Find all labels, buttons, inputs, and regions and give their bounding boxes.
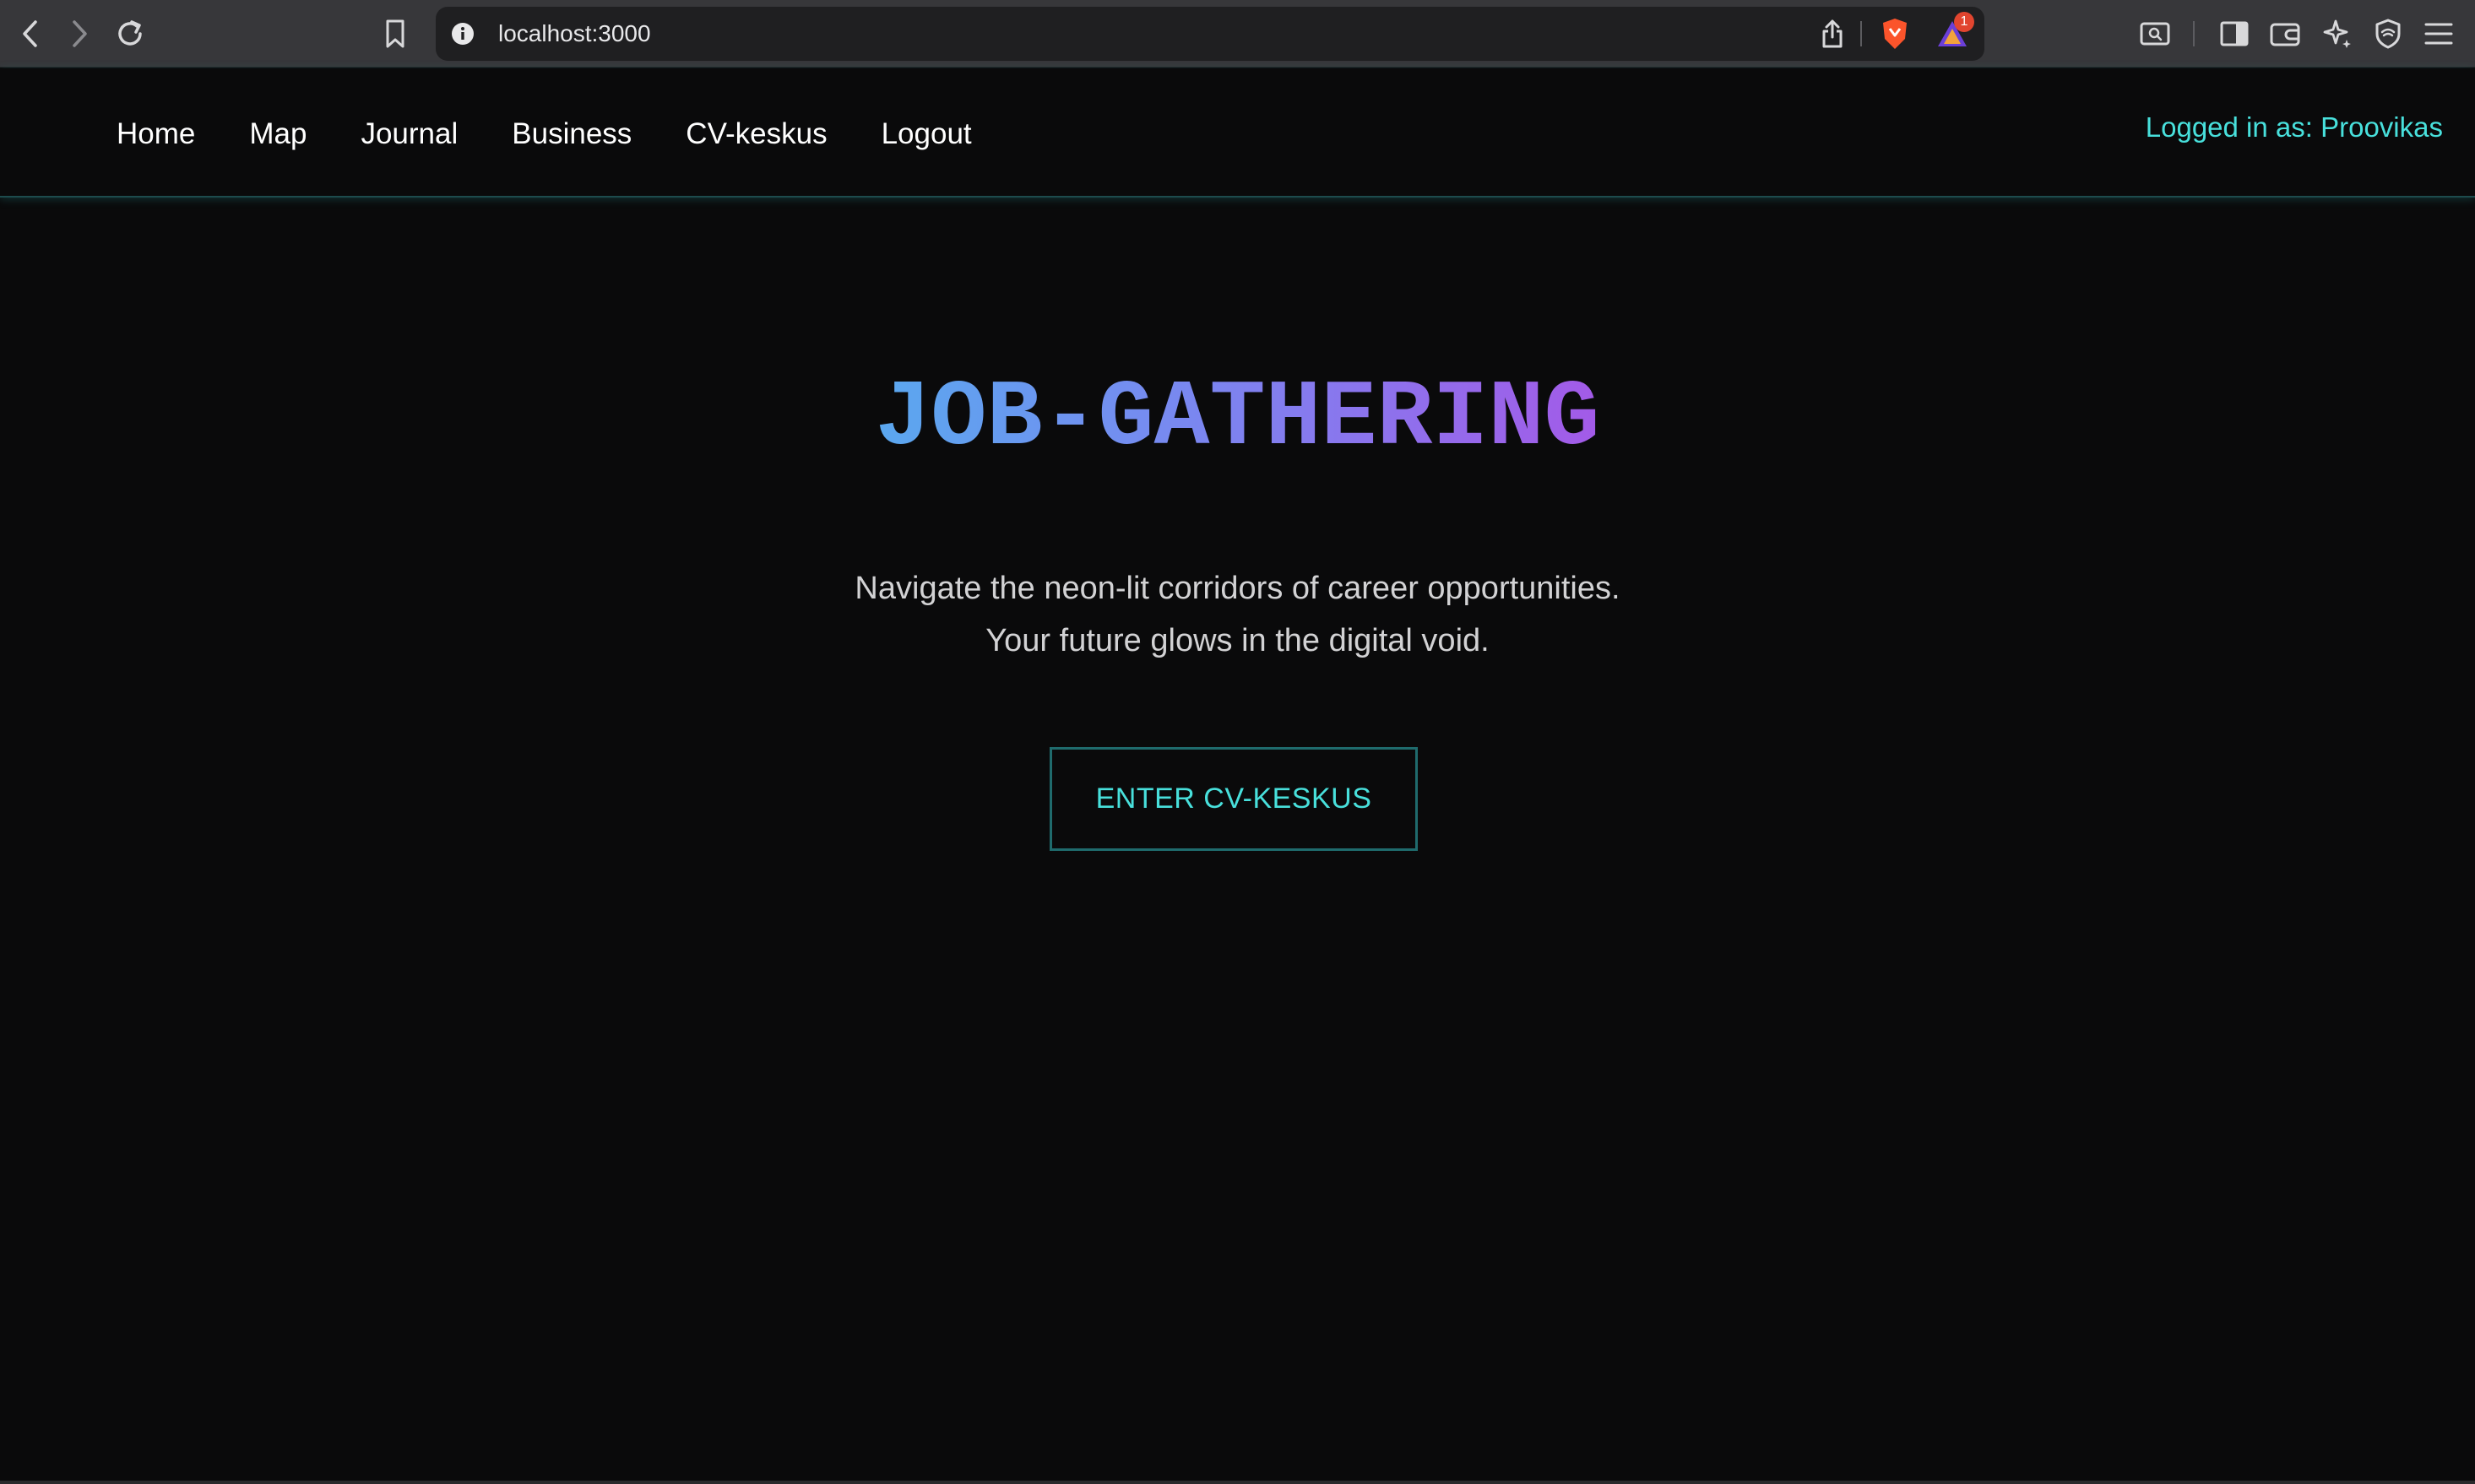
divider bbox=[1860, 21, 1862, 46]
nav-map-link[interactable]: Map bbox=[249, 112, 307, 156]
url-text: localhost:3000 bbox=[498, 20, 651, 46]
logged-in-status: Logged in as: Proovikas bbox=[2145, 111, 2443, 143]
bookmark-icon[interactable] bbox=[378, 17, 412, 51]
forward-icon[interactable] bbox=[62, 17, 96, 51]
nav-cv-keskus-link[interactable]: CV-keskus bbox=[686, 112, 827, 156]
hero-title: JOB-GATHERING bbox=[0, 365, 2475, 474]
site-info-icon[interactable] bbox=[448, 19, 478, 49]
hero-subtitle-line-1: Navigate the neon-lit corridors of caree… bbox=[855, 571, 1620, 606]
nav-home-link[interactable]: Home bbox=[117, 112, 195, 156]
leo-ai-icon[interactable] bbox=[2319, 17, 2356, 51]
vpn-icon[interactable] bbox=[2369, 17, 2407, 51]
share-icon[interactable] bbox=[1816, 17, 1849, 51]
reload-icon[interactable] bbox=[111, 15, 149, 52]
enter-cv-keskus-button[interactable]: ENTER CV-KESKUS bbox=[1050, 747, 1418, 851]
notification-badge: 1 bbox=[1954, 12, 1974, 32]
hero-subtitle-line-2: Your future glows in the digital void. bbox=[985, 623, 1490, 658]
back-icon[interactable] bbox=[14, 17, 47, 51]
browser-toolbar: localhost:3000 1 bbox=[0, 0, 2475, 68]
menu-icon[interactable] bbox=[2420, 17, 2457, 51]
site-navbar: Home Map Journal Business CV-keskus Logo… bbox=[0, 68, 2475, 198]
wallet-icon[interactable] bbox=[2266, 17, 2304, 51]
sidebar-icon[interactable] bbox=[2216, 17, 2253, 51]
nav-journal-link[interactable]: Journal bbox=[361, 112, 458, 156]
nav-logout-link[interactable]: Logout bbox=[882, 112, 972, 156]
nav-links: Home Map Journal Business CV-keskus Logo… bbox=[117, 112, 972, 156]
brave-shields-icon[interactable] bbox=[1876, 15, 1913, 52]
window-bottom-edge bbox=[0, 1481, 2475, 1484]
divider bbox=[2193, 21, 2195, 46]
address-bar[interactable]: localhost:3000 bbox=[436, 7, 1984, 61]
screenshot-search-icon[interactable] bbox=[2136, 17, 2174, 51]
nav-business-link[interactable]: Business bbox=[512, 112, 632, 156]
hero-title-text: JOB-GATHERING bbox=[875, 366, 1600, 472]
